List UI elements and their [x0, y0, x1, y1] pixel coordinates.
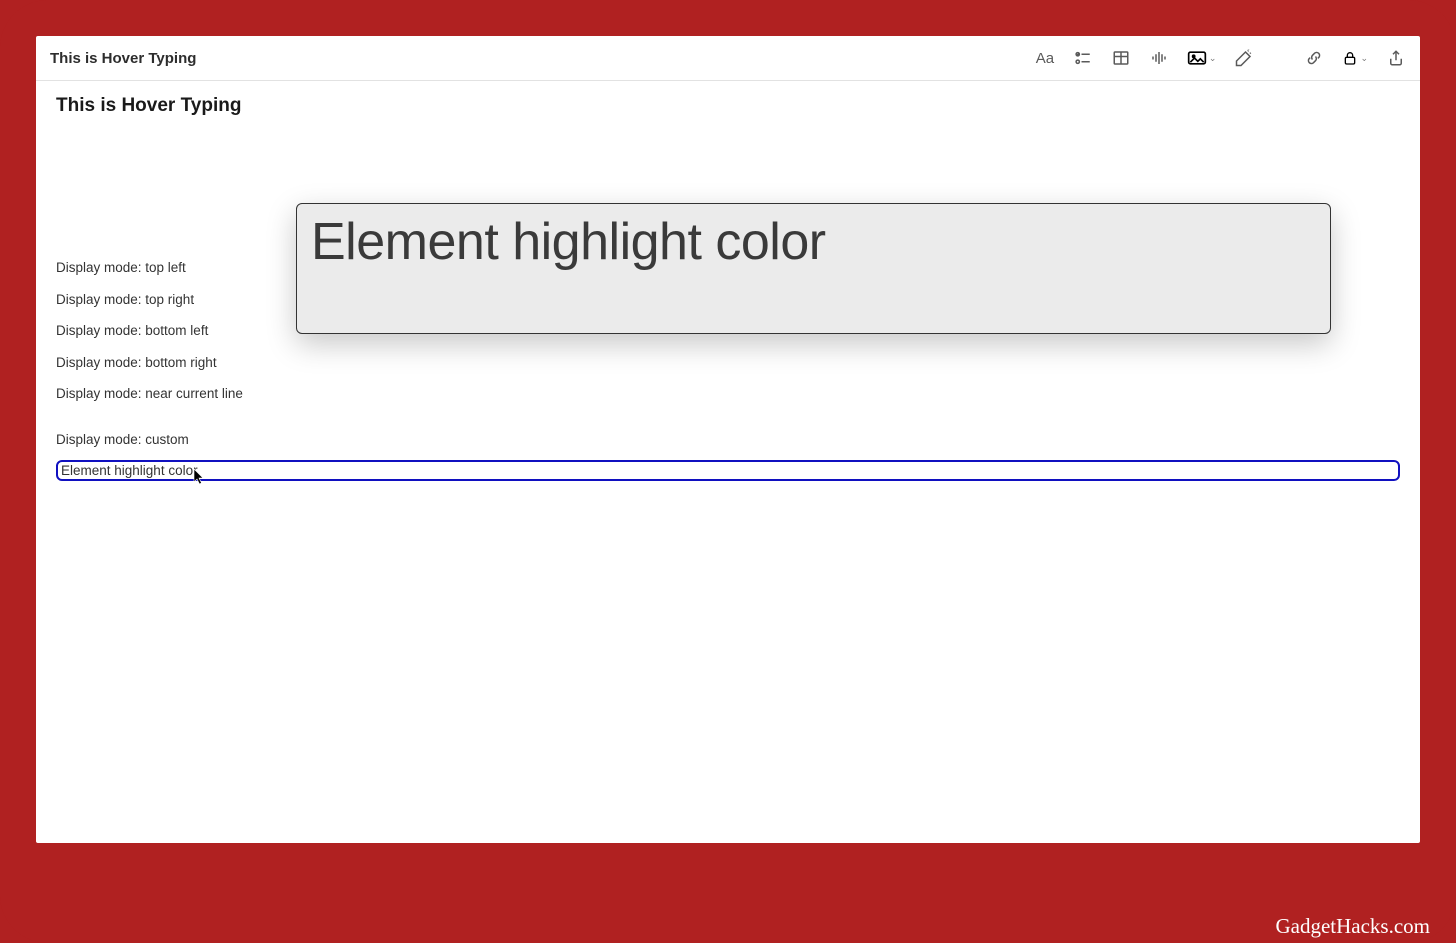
share-button[interactable] — [1386, 48, 1406, 68]
hover-typing-panel: Element highlight color — [296, 203, 1331, 334]
chevron-down-icon: ⌄ — [1209, 53, 1217, 64]
table-button[interactable] — [1111, 48, 1131, 68]
checklist-button[interactable] — [1073, 48, 1093, 68]
magic-pen-button[interactable] — [1234, 48, 1254, 68]
note-line[interactable]: Display mode: near current line — [56, 378, 1400, 410]
titlebar: This is Hover Typing Aa — [36, 36, 1420, 81]
hover-typing-text: Element highlight color — [311, 212, 1316, 272]
note-content[interactable]: This is Hover Typing Display mode: top l… — [36, 81, 1420, 843]
app-window: This is Hover Typing Aa — [36, 36, 1420, 843]
font-style-label: Aa — [1036, 50, 1054, 67]
chevron-down-icon: ⌄ — [1360, 53, 1368, 64]
note-line[interactable]: Display mode: custom — [56, 424, 1400, 456]
note-line[interactable] — [56, 410, 1400, 424]
audio-waveform-button[interactable] — [1149, 48, 1169, 68]
lock-button[interactable]: ⌄ — [1342, 49, 1368, 67]
note-line[interactable]: Display mode: bottom right — [56, 347, 1400, 379]
page-title: This is Hover Typing — [56, 95, 1400, 117]
font-style-button[interactable]: Aa — [1035, 48, 1055, 68]
watermark-text: GadgetHacks.com — [1275, 914, 1430, 939]
toolbar: Aa — [1035, 48, 1406, 68]
link-button[interactable] — [1304, 48, 1324, 68]
media-button[interactable]: ⌄ — [1187, 49, 1217, 67]
window-title: This is Hover Typing — [50, 50, 196, 67]
outer-frame: This is Hover Typing Aa — [0, 0, 1456, 943]
highlighted-line[interactable]: Element highlight color — [56, 460, 1400, 481]
